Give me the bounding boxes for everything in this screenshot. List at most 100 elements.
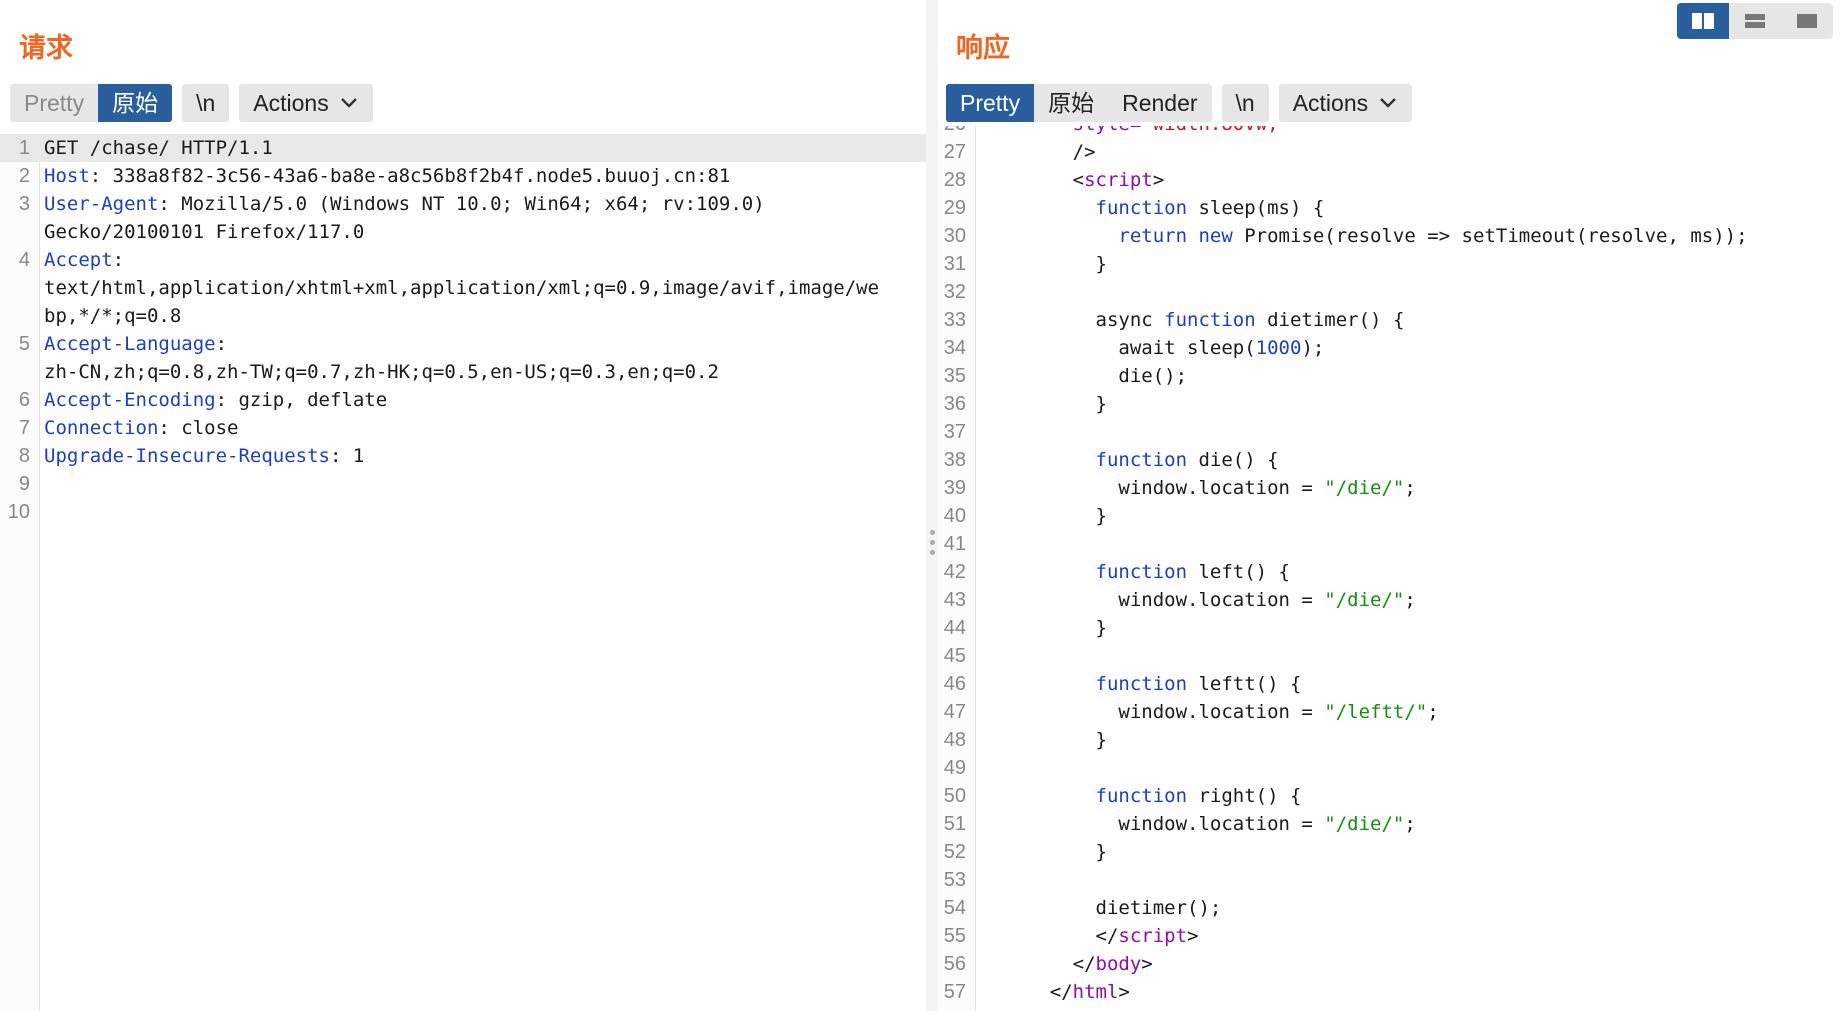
request-tab-raw[interactable]: 原始	[98, 84, 173, 122]
line-code: Connection: close	[44, 417, 239, 439]
line-number: 46	[943, 673, 966, 695]
response-line: 46 function leftt() {	[938, 670, 1841, 698]
line-number: 27	[943, 141, 966, 163]
response-line: 38 function die() {	[938, 446, 1841, 474]
line-number: 37	[943, 421, 966, 443]
request-toolbar: Pretty 原始 \n Actions	[10, 84, 373, 122]
response-line: 34 await sleep(1000);	[938, 334, 1841, 362]
response-line: 41	[938, 530, 1841, 558]
header-name: Accept-Encoding	[44, 389, 216, 411]
line-number: 57	[943, 981, 966, 1003]
line-code: User-Agent: Mozilla/5.0 (Windows NT 10.0…	[44, 193, 765, 215]
line-number: 32	[943, 281, 966, 303]
response-line: 53	[938, 866, 1841, 894]
line-number: 50	[943, 785, 966, 807]
line-number: 40	[943, 505, 966, 527]
response-line: 49	[938, 754, 1841, 782]
header-name: User-Agent	[44, 193, 159, 215]
line-code: window.location = "/die/";	[1004, 813, 1416, 835]
rows-icon	[1745, 14, 1765, 28]
line-number: 1	[18, 137, 30, 159]
line-number: 55	[943, 925, 966, 947]
line-code: bp,*/*;q=0.8	[44, 305, 182, 327]
request-tab-pretty[interactable]: Pretty	[10, 84, 98, 122]
request-editor[interactable]: 1 GET /chase/ HTTP/1.1 2 Host: 338a8f82-3c5…	[0, 134, 926, 1011]
line-code: window.location = "/die/";	[1004, 589, 1416, 611]
layout-switch	[1677, 3, 1833, 39]
response-line: 32	[938, 278, 1841, 306]
line-code: Upgrade-Insecure-Requests: 1	[44, 445, 365, 467]
line-code: GET /chase/ HTTP/1.1	[44, 137, 273, 159]
line-number: 54	[943, 897, 966, 919]
line-number: 10	[7, 501, 30, 523]
request-actions-label: Actions	[253, 90, 329, 116]
panel-icon	[1797, 14, 1817, 28]
line-number: 9	[18, 473, 30, 495]
line-code: style= width:80vw;	[1004, 126, 1279, 138]
response-tab-render[interactable]: Render	[1108, 84, 1211, 122]
line-number: 34	[943, 337, 966, 359]
chevron-down-icon	[1380, 98, 1396, 108]
line-code: }	[1004, 841, 1107, 863]
line-number: 53	[943, 869, 966, 891]
response-line: 45	[938, 642, 1841, 670]
line-code: zh-CN,zh;q=0.8,zh-TW;q=0.7,zh-HK;q=0.5,e…	[44, 361, 719, 383]
line-code: function right() {	[1095, 785, 1302, 807]
layout-single-button[interactable]	[1781, 3, 1833, 39]
request-newline-toggle[interactable]: \n	[182, 84, 230, 122]
line-number: 41	[943, 533, 966, 555]
request-code: 1 GET /chase/ HTTP/1.1 2 Host: 338a8f82-3c5…	[0, 134, 926, 526]
request-line: 9	[0, 470, 926, 498]
request-line: 6 Accept-Encoding: gzip, deflate	[0, 386, 926, 414]
response-tab-pretty[interactable]: Pretty	[946, 84, 1035, 122]
response-editor[interactable]: 26 style= width:80vw;27 />28 <script>29 …	[938, 126, 1841, 1011]
line-code: }	[1004, 253, 1107, 275]
splitter-grip-dot	[930, 540, 935, 545]
line-code: Gecko/20100101 Firefox/117.0	[44, 221, 365, 243]
request-line: 7 Connection: close	[0, 414, 926, 442]
panel-splitter[interactable]	[926, 0, 938, 1011]
line-code: function sleep(ms) {	[1095, 197, 1325, 219]
response-line: 37	[938, 418, 1841, 446]
response-actions-button[interactable]: Actions	[1278, 84, 1413, 122]
response-line: 57 </html>	[938, 978, 1841, 1006]
chevron-down-icon	[340, 98, 357, 108]
response-line: 27 />	[938, 138, 1841, 166]
line-code: function die() {	[1095, 449, 1279, 471]
request-line: 5 Accept-Language:	[0, 330, 926, 358]
response-line: 54 dietimer();	[938, 894, 1841, 922]
layout-side-by-side-button[interactable]	[1677, 3, 1729, 39]
line-number: 43	[943, 589, 966, 611]
request-panel: 请求 Pretty 原始 \n Actions 1 GET /chase/ HTT…	[0, 0, 926, 1011]
request-line: 1 GET /chase/ HTTP/1.1	[0, 134, 926, 162]
response-line: 31 }	[938, 250, 1841, 278]
response-line: 50 function right() {	[938, 782, 1841, 810]
request-line: 8 Upgrade-Insecure-Requests: 1	[0, 442, 926, 470]
header-name: Upgrade-Insecure-Requests	[44, 445, 330, 467]
layout-stacked-button[interactable]	[1729, 3, 1781, 39]
response-newline-toggle[interactable]: \n	[1221, 84, 1269, 122]
line-number: 36	[943, 393, 966, 415]
response-line: 40 }	[938, 502, 1841, 530]
request-line: Gecko/20100101 Firefox/117.0	[0, 218, 926, 246]
line-code: window.location = "/leftt/";	[1004, 701, 1439, 723]
request-line: 4 Accept:	[0, 246, 926, 274]
header-name: Host	[44, 165, 90, 187]
line-number: 28	[943, 169, 966, 191]
request-actions-button[interactable]: Actions	[239, 84, 373, 122]
request-line: bp,*/*;q=0.8	[0, 302, 926, 330]
line-code: Accept-Language:	[44, 333, 228, 355]
response-tab-raw[interactable]: 原始	[1034, 84, 1108, 122]
response-line: 30 return new Promise(resolve => setTime…	[938, 222, 1841, 250]
line-code: </html>	[1004, 981, 1130, 1003]
line-code: </script>	[1004, 925, 1199, 947]
line-number: 3	[18, 193, 30, 215]
response-line: 55 </script>	[938, 922, 1841, 950]
line-code: }	[1004, 617, 1107, 639]
line-code: window.location = "/die/";	[1004, 477, 1416, 499]
line-code: <script>	[1004, 169, 1165, 191]
response-line: 44 }	[938, 614, 1841, 642]
line-code: Accept-Encoding: gzip, deflate	[44, 389, 388, 411]
line-number: 31	[943, 253, 966, 275]
line-number: 29	[943, 197, 966, 219]
